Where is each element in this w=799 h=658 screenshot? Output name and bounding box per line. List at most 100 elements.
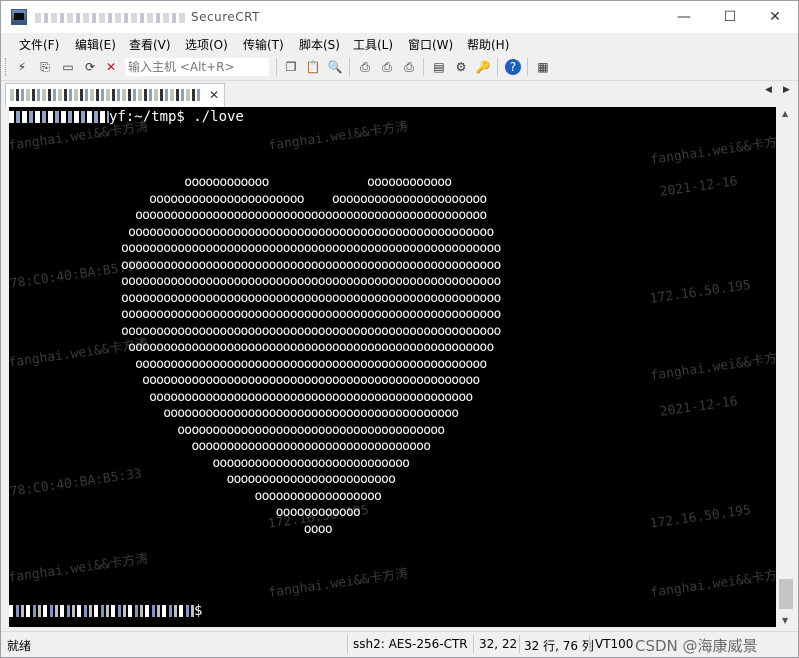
status-terminal-type: VT100 [595,637,634,651]
reconnect-icon[interactable]: ⟳ [82,59,98,75]
heart-art-line: oooooooooooooooooooooooooooooooooooooooo… [107,323,501,339]
print-icon[interactable]: ⎙ [357,59,373,75]
session-tab[interactable]: ✕ [5,83,225,107]
heart-art-line: oooooooooooooooooooooooooooooooooooooooo… [107,340,494,355]
title-bar: SecureCRT — ☐ ✕ [1,1,798,33]
status-cursor-position: 32, 22 [479,637,518,651]
status-ready: 就绪 [7,639,32,653]
heart-art-line: oooooooooooooooooooooooo [107,472,396,487]
vertical-scrollbar[interactable]: ▲ ▼ [776,107,796,627]
watermark: 2021-12-16 [659,174,739,200]
menu-window[interactable]: 窗口(W) [408,36,453,53]
close-window-button[interactable]: ✕ [752,1,798,33]
menu-file[interactable]: 文件(F) [19,36,59,53]
copy-icon[interactable]: ❐ [283,59,299,75]
status-separator [519,635,520,653]
securecrt-app-icon [11,9,27,25]
heart-art-line: oooooooooooooooooooooooooooooooooooooo [107,422,445,438]
heart-art-line: oooooooooooooooooooooooooooooooooooooooo… [107,208,487,223]
scroll-thumb[interactable] [779,579,793,609]
csdn-credit: CSDN @海康威景 [635,637,758,655]
status-encryption: ssh2: AES-256-CTR [353,637,468,651]
connect-tab-icon[interactable]: ▭ [60,59,76,75]
menu-tools[interactable]: 工具(L) [353,36,393,53]
heart-art-line: oooooooooooooooooooooooooooooooooo [107,439,431,454]
quick-connect-icon[interactable]: ⎘ [37,59,53,75]
scroll-up-icon[interactable]: ▲ [782,109,788,118]
final-prompt-line: $ [9,603,202,619]
heart-art-line: oooooooooooooooooooooooooooooooooooooooo… [107,356,487,372]
session-tab-label-redacted [10,89,200,101]
toolbar-separator [497,58,498,76]
heart-art-line: oooooooooooooooooooooooooooo [107,455,410,471]
heart-art-line: oooooooooooooooooooooooooooooooooooooooo… [107,373,480,388]
heart-art-line: oooo [107,521,333,537]
watermark: fanghai.wei&&卡方涛 [649,349,776,384]
menu-script[interactable]: 脚本(S) [299,36,340,53]
prompt-suffix: $ [194,603,203,619]
heart-art-line: oooooooooooooooooooooo ooooooooooooooooo… [107,191,487,207]
status-separator [347,635,348,653]
scroll-down-icon[interactable]: ▼ [782,616,788,625]
toolbar: ⚡ ⎘ ▭ ⟳ ✕ ❐ 📋 🔍 ⎙ ⎙ ⎙ ▤ ⚙ 🔑 ? ▦ [1,54,798,81]
print-selection-icon[interactable]: ⎙ [379,59,395,75]
toolbar-grip [5,58,8,76]
toolbar-separator [527,58,528,76]
menu-help[interactable]: 帮助(H) [467,36,509,53]
keymap-icon[interactable]: 🔑 [475,59,491,75]
watermark: fanghai.wei&&卡方涛 [9,551,150,586]
sftp-icon[interactable]: ▦ [535,59,551,75]
heart-art-line: oooooooooooooooooooooooooooooooooooooooo… [107,389,473,405]
heart-art-line: oooooooooooooooooo [107,488,382,504]
maximize-button[interactable]: ☐ [707,1,753,33]
securecrt-window: SecureCRT — ☐ ✕ 文件(F) 编辑(E) 查看(V) 选项(O) … [0,0,799,658]
disconnect-icon[interactable]: ✕ [103,59,119,75]
heart-art-line: oooooooooooooooooooooooooooooooooooooooo… [107,257,501,273]
watermark: fanghai.wei&&卡方涛 [267,566,410,601]
heart-art-line: oooooooooooooooooooooooooooooooooooooooo… [107,274,501,289]
watermark: 2021-12-16 [659,394,739,420]
heart-art-line: oooooooooooooooooooooooooooooooooooooooo… [107,224,494,240]
heart-art-line: oooooooooooooooooooooooooooooooooooooooo… [107,241,501,256]
session-options-icon[interactable]: ▤ [431,59,447,75]
watermark: fanghai.wei&&卡方涛 [649,566,776,601]
terminal-area[interactable]: yf:~/tmp$ ./love fanghai.wei&&卡方涛 fangha… [9,107,776,627]
status-bar: 就绪 ssh2: AES-256-CTR 32, 22 32 行, 76 列 V… [1,631,798,657]
menu-transfer[interactable]: 传输(T) [243,36,284,53]
session-tab-bar: ✕ [1,81,798,107]
status-separator [473,635,474,653]
heart-art-line: oooooooooooooooooooooooooooooooooooooooo… [107,406,459,421]
watermark: 172.16.50.195 [649,277,752,307]
heart-art-line: oooooooooooooooooooooooooooooooooooooooo… [107,290,501,306]
window-title-text: SecureCRT [191,10,260,24]
heart-art-line: oooooooooooo [107,505,361,520]
status-rows-cols: 32 行, 76 列 [524,639,594,653]
find-icon[interactable]: 🔍 [327,59,343,75]
watermark: fanghai.wei&&卡方涛 [649,133,776,168]
menu-options[interactable]: 选项(O) [185,36,228,53]
tab-scroll-left-icon[interactable]: ◀ [765,85,772,95]
tab-close-icon[interactable]: ✕ [209,88,219,102]
toolbar-separator [276,58,277,76]
prompt-redacted [9,111,109,123]
menu-edit[interactable]: 编辑(E) [75,36,116,53]
connect-icon[interactable]: ⚡ [14,59,30,75]
menu-view[interactable]: 查看(V) [129,36,171,53]
status-separator [589,635,590,653]
toolbar-separator [423,58,424,76]
tab-scroll-right-icon[interactable]: ▶ [783,85,790,95]
menu-bar: 文件(F) 编辑(E) 查看(V) 选项(O) 传输(T) 脚本(S) 工具(L… [1,33,798,54]
paste-icon[interactable]: 📋 [305,59,321,75]
host-input[interactable] [124,57,270,77]
minimize-button[interactable]: — [661,1,707,33]
heart-art-line: oooooooooooo oooooooooooo [107,175,452,190]
window-title: SecureCRT [35,10,260,24]
help-icon[interactable]: ? [505,59,521,75]
watermark: 172.16.50.195 [649,502,752,532]
title-redacted-region [35,12,185,23]
global-options-icon[interactable]: ⚙ [453,59,469,75]
print-setup-icon[interactable]: ⎙ [401,59,417,75]
heart-art-line: oooooooooooooooooooooooooooooooooooooooo… [107,307,501,322]
prompt-redacted [9,605,194,617]
toolbar-separator [349,58,350,76]
